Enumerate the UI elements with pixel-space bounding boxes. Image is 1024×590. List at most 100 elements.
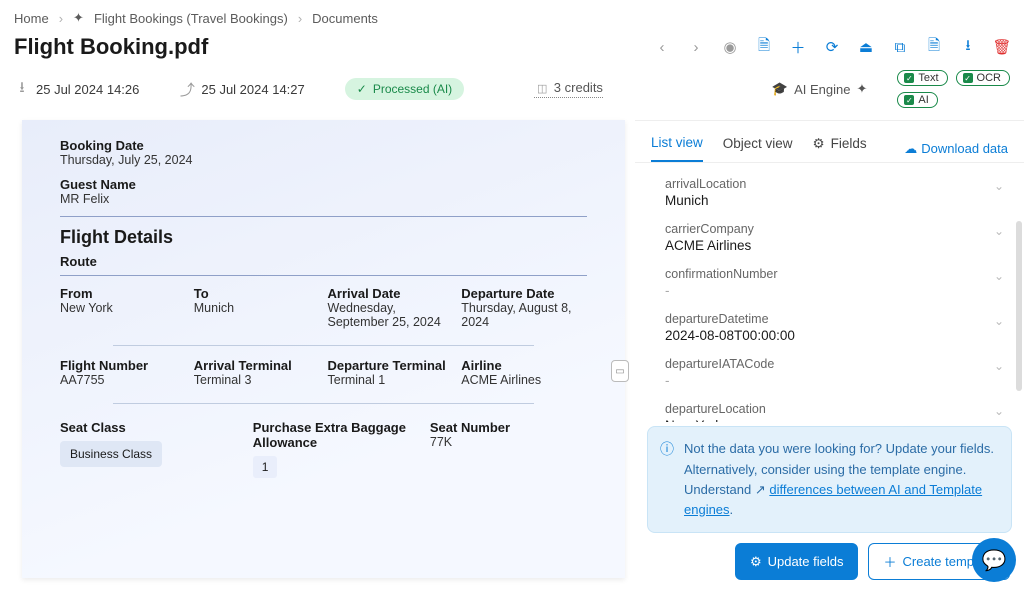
chip-text: ✓Text bbox=[897, 70, 947, 86]
airline-value: ACME Airlines bbox=[461, 373, 587, 387]
field-value: New York bbox=[665, 418, 1008, 422]
modified-date: 25 Jul 2024 14:27 bbox=[201, 82, 304, 97]
arrival-date-value: Wednesday, September 25, 2024 bbox=[328, 301, 454, 329]
field-name: departureLocation bbox=[665, 402, 1008, 416]
chevron-down-icon[interactable]: ⌄ bbox=[994, 404, 1004, 418]
breadcrumb-home[interactable]: Home bbox=[14, 11, 49, 26]
info-icon: ⓘ bbox=[660, 439, 674, 461]
field-row[interactable]: departureIATACode -⌄ bbox=[665, 357, 1008, 388]
prev-icon[interactable]: ‹ bbox=[654, 39, 670, 55]
info-line2b: Understand bbox=[684, 482, 751, 497]
chevron-right-icon: › bbox=[59, 11, 63, 26]
airline-label: Airline bbox=[461, 358, 587, 373]
document-icon[interactable]: 🗎 bbox=[756, 39, 772, 55]
chat-icon: 💬 bbox=[982, 548, 1007, 573]
check-icon: ✓ bbox=[357, 82, 367, 96]
field-name: departureDatetime bbox=[665, 312, 1008, 326]
field-value: - bbox=[665, 373, 1008, 388]
chevron-down-icon[interactable]: ⌄ bbox=[994, 179, 1004, 193]
breadcrumb-folder[interactable]: Flight Bookings (Travel Bookings) bbox=[94, 11, 288, 26]
info-line1: Not the data you were looking for? Updat… bbox=[684, 441, 994, 456]
chat-fab[interactable]: 💬 bbox=[972, 538, 1016, 582]
from-label: From bbox=[60, 286, 186, 301]
status-badge: ✓ Processed (AI) bbox=[345, 78, 464, 100]
tab-list-view[interactable]: List view bbox=[651, 135, 703, 162]
plus-icon[interactable]: ＋ bbox=[790, 39, 806, 55]
guest-value: MR Felix bbox=[60, 192, 587, 206]
departure-date-label: Departure Date bbox=[461, 286, 587, 301]
booking-date-value: Thursday, July 25, 2024 bbox=[60, 153, 587, 167]
seat-number-label: Seat Number bbox=[430, 420, 587, 435]
departure-terminal-value: Terminal 1 bbox=[328, 373, 454, 387]
field-value: 2024-08-08T00:00:00 bbox=[665, 328, 1008, 343]
page-title: Flight Booking.pdf bbox=[14, 34, 208, 60]
from-value: New York bbox=[60, 301, 186, 315]
to-label: To bbox=[194, 286, 320, 301]
trash-icon[interactable]: 🗑 bbox=[994, 39, 1010, 55]
refresh-icon[interactable]: ⟳ bbox=[824, 39, 840, 55]
modified-meta: ⤴ 25 Jul 2024 14:27 bbox=[179, 81, 304, 97]
eject-icon[interactable]: ⏏ bbox=[858, 39, 874, 55]
chevron-down-icon[interactable]: ⌄ bbox=[994, 359, 1004, 373]
chip-ocr: ✓OCR bbox=[956, 70, 1010, 86]
download-data-link[interactable]: ☁Download data bbox=[904, 141, 1008, 157]
field-row[interactable]: departureDatetime 2024-08-08T00:00:00⌄ bbox=[665, 312, 1008, 343]
field-name: departureIATACode bbox=[665, 357, 1008, 371]
sliders-icon: ⚙ bbox=[813, 136, 825, 152]
to-value: Munich bbox=[194, 301, 320, 315]
chevron-right-icon: › bbox=[298, 11, 302, 26]
seat-class-label: Seat Class bbox=[60, 420, 233, 435]
departure-date-value: Thursday, August 8, 2024 bbox=[461, 301, 587, 329]
arrival-terminal-value: Terminal 3 bbox=[194, 373, 320, 387]
field-row[interactable]: confirmationNumber -⌄ bbox=[665, 267, 1008, 298]
flight-details-heading: Flight Details bbox=[60, 227, 587, 248]
credits-label[interactable]: ◫ 3 credits bbox=[534, 80, 603, 98]
field-row[interactable]: arrivalLocationMunich⌄ bbox=[665, 177, 1008, 208]
next-icon[interactable]: › bbox=[688, 39, 704, 55]
plus-icon: ＋ bbox=[883, 552, 896, 571]
breadcrumb: Home › ✦ Flight Bookings (Travel Booking… bbox=[0, 0, 1024, 30]
field-name: arrivalLocation bbox=[665, 177, 1008, 191]
baggage-value: 1 bbox=[253, 456, 278, 478]
field-row[interactable]: carrierCompany ACME Airlines⌄ bbox=[665, 222, 1008, 253]
baggage-label: Purchase Extra Baggage Allowance bbox=[253, 420, 410, 450]
field-value: ACME Airlines bbox=[665, 238, 1008, 253]
guest-label: Guest Name bbox=[60, 177, 587, 192]
seat-class-value: Business Class bbox=[60, 441, 162, 467]
field-name: confirmationNumber bbox=[665, 267, 1008, 281]
flight-number-label: Flight Number bbox=[60, 358, 186, 373]
download-icon[interactable]: ⭳ bbox=[960, 39, 976, 55]
created-meta: ⭳ 25 Jul 2024 14:26 bbox=[14, 81, 139, 97]
file-download-icon[interactable]: 🗎 bbox=[926, 39, 942, 55]
sliders-icon: ⚙ bbox=[750, 554, 762, 570]
tab-fields[interactable]: ⚙Fields bbox=[813, 136, 867, 162]
chevron-down-icon[interactable]: ⌄ bbox=[994, 224, 1004, 238]
info-callout: ⓘ Not the data you were looking for? Upd… bbox=[647, 426, 1012, 533]
chip-ai: ✓AI bbox=[897, 92, 937, 108]
chevron-down-icon[interactable]: ⌄ bbox=[994, 269, 1004, 283]
arrival-date-label: Arrival Date bbox=[328, 286, 454, 301]
download-small-icon: ⭳ bbox=[14, 81, 30, 97]
breadcrumb-current: Documents bbox=[312, 11, 378, 26]
document-preview: Booking Date Thursday, July 25, 2024 Gue… bbox=[22, 120, 625, 578]
field-value: - bbox=[665, 283, 1008, 298]
hat-icon: 🎓 bbox=[772, 81, 788, 97]
scrollbar[interactable] bbox=[1016, 221, 1022, 391]
field-list: arrivalLocationMunich⌄ carrierCompany ACME… bbox=[635, 163, 1024, 422]
departure-terminal-label: Departure Terminal bbox=[328, 358, 454, 373]
booking-date-label: Booking Date bbox=[60, 138, 587, 153]
arrival-terminal-label: Arrival Terminal bbox=[194, 358, 320, 373]
seat-number-value: 77K bbox=[430, 435, 587, 449]
page-thumbnail[interactable]: ▭ bbox=[611, 360, 629, 382]
field-name: carrierCompany bbox=[665, 222, 1008, 236]
copy-icon[interactable]: ⧉ bbox=[892, 39, 908, 55]
flight-number-value: AA7755 bbox=[60, 373, 186, 387]
update-fields-button[interactable]: ⚙Update fields bbox=[735, 543, 859, 580]
cloud-download-icon: ☁ bbox=[904, 141, 917, 157]
tab-object-view[interactable]: Object view bbox=[723, 136, 793, 161]
sparkle-icon: ✦ bbox=[73, 10, 84, 26]
chevron-down-icon[interactable]: ⌄ bbox=[994, 314, 1004, 328]
field-row[interactable]: departureLocation New York⌄ bbox=[665, 402, 1008, 422]
eye-icon[interactable]: ◉ bbox=[722, 39, 738, 55]
toolbar: ‹ › ◉ 🗎 ＋ ⟳ ⏏ ⧉ 🗎 ⭳ 🗑 bbox=[654, 39, 1010, 55]
